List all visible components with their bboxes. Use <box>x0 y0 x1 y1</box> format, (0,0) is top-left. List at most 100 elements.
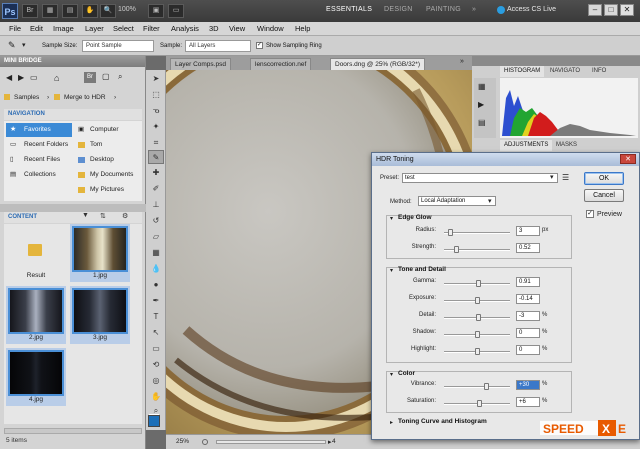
menu-filter[interactable]: Filter <box>143 24 160 33</box>
menu-window[interactable]: Window <box>257 24 284 33</box>
panel-splitter[interactable] <box>0 204 146 212</box>
zoom-view-icon[interactable]: 🔍 <box>100 4 116 18</box>
maximize-button[interactable]: □ <box>604 4 618 16</box>
vibrance-slider[interactable] <box>444 386 510 388</box>
detail-slider-knob[interactable] <box>476 314 481 321</box>
go-to-bridge-icon[interactable]: Br <box>84 72 96 83</box>
filter-icon[interactable]: ▼ <box>82 212 89 219</box>
expand-icon[interactable]: ▾ <box>390 267 393 274</box>
arrange-documents-icon[interactable]: ▣ <box>148 4 164 18</box>
menu-image[interactable]: Image <box>53 24 74 33</box>
horizontal-scrollbar[interactable] <box>216 440 326 444</box>
thumbnail-4jpg[interactable]: 4.jpg <box>6 348 66 406</box>
tool-preset-chevron-icon[interactable]: ▾ <box>22 41 26 49</box>
preset-options-icon[interactable]: ☰ <box>562 173 569 182</box>
method-select[interactable]: Local Adaptation <box>418 196 496 206</box>
workspace-painting[interactable]: PAINTING <box>426 6 461 13</box>
blur-tool-icon[interactable]: 💧 <box>148 262 164 276</box>
tab-masks[interactable]: MASKS <box>552 140 581 151</box>
3d-rotate-tool-icon[interactable]: ⟲ <box>148 358 164 372</box>
menu-edit[interactable]: Edit <box>30 24 43 33</box>
thumbnail-result[interactable]: Result <box>6 224 66 282</box>
tab-adjustments[interactable]: ADJUSTMENTS <box>500 140 553 151</box>
background-color-swatch[interactable] <box>148 415 160 427</box>
gradient-tool-icon[interactable]: ▦ <box>148 246 164 260</box>
menu-layer[interactable]: Layer <box>85 24 104 33</box>
thumbnail-2jpg[interactable]: 2.jpg <box>6 286 66 344</box>
eraser-tool-icon[interactable]: ▱ <box>148 230 164 244</box>
menu-file[interactable]: File <box>9 24 21 33</box>
collapse-icon[interactable]: ▸ <box>390 419 393 426</box>
eyedropper-tool-icon[interactable]: ✎ <box>8 40 16 51</box>
tab-layer-comps[interactable]: Layer Comps.psd <box>170 58 231 70</box>
forward-arrow-icon[interactable]: ▶ <box>18 73 24 82</box>
tab-doors[interactable]: Doors.dng @ 25% (RGB/32*) <box>330 58 425 70</box>
guides-icon[interactable]: ▤ <box>62 4 78 18</box>
actions-panel-icon[interactable]: ▶ <box>478 100 484 109</box>
hand-tool-icon[interactable]: ✋ <box>148 390 164 404</box>
cs-live-link[interactable]: Access CS Live <box>507 6 556 13</box>
menu-3d[interactable]: 3D <box>209 24 219 33</box>
radius-field[interactable]: 3 <box>516 226 540 236</box>
tools-icon[interactable]: ⚙ <box>122 212 128 220</box>
nav-item-my-pictures[interactable]: My Pictures <box>76 183 124 197</box>
expand-icon[interactable]: ▾ <box>390 215 393 222</box>
tab-navigator[interactable]: NAVIGATO <box>546 66 584 77</box>
workspace-essentials[interactable]: ESSENTIALS <box>326 6 372 13</box>
history-panel-icon[interactable]: ▤ <box>478 118 486 127</box>
3d-orbit-tool-icon[interactable]: ◎ <box>148 374 164 388</box>
nav-item-recent-folders[interactable]: ▭ Recent Folders <box>6 138 72 152</box>
nav-item-computer[interactable]: ▣ Computer <box>76 123 119 137</box>
toning-curve-title[interactable]: Toning Curve and Histogram <box>398 418 487 425</box>
move-tool-icon[interactable]: ➤ <box>148 72 164 86</box>
breadcrumb-samples[interactable]: Samples <box>14 94 39 101</box>
zoom-level[interactable]: 100% <box>118 6 136 13</box>
preset-select[interactable]: test <box>402 173 558 183</box>
workspace-design[interactable]: DESIGN <box>384 6 413 13</box>
quick-selection-tool-icon[interactable]: ✦ <box>148 120 164 134</box>
ok-button[interactable]: OK <box>584 172 624 185</box>
more-tabs-icon[interactable]: » <box>460 58 464 65</box>
nav-item-favorites[interactable]: ★ Favorites <box>6 123 72 137</box>
breadcrumb-chevron-icon[interactable]: › <box>114 94 116 101</box>
layers-panel-icon[interactable]: ▦ <box>478 82 486 91</box>
tab-info[interactable]: INFO <box>588 66 610 77</box>
screen-mode-icon[interactable]: ▭ <box>168 4 184 18</box>
sample-select[interactable]: All Layers <box>185 40 251 52</box>
thumbnail-1jpg[interactable]: 1.jpg <box>70 224 130 282</box>
document-info-icon[interactable] <box>202 439 208 445</box>
hand-view-icon[interactable]: ✋ <box>82 4 98 18</box>
close-window-button[interactable]: ✕ <box>620 4 634 16</box>
radius-slider-knob[interactable] <box>448 229 453 236</box>
nav-item-my-documents[interactable]: My Documents <box>76 168 133 182</box>
thumbnail-size-slider[interactable] <box>4 428 142 434</box>
recent-folder-icon[interactable]: ▭ <box>30 73 38 82</box>
menu-select[interactable]: Select <box>113 24 134 33</box>
vibrance-slider-knob[interactable] <box>484 383 489 390</box>
exposure-slider-knob[interactable] <box>475 297 480 304</box>
menu-help[interactable]: Help <box>295 24 310 33</box>
type-tool-icon[interactable]: T <box>148 310 164 324</box>
strength-slider-knob[interactable] <box>454 246 459 253</box>
breadcrumb-merge-to-hdr[interactable]: Merge to HDR <box>64 94 106 101</box>
show-sampling-ring-checkbox[interactable]: ✓ <box>256 42 263 49</box>
nav-item-tom[interactable]: Tom <box>76 138 102 152</box>
minimize-button[interactable]: – <box>588 4 602 16</box>
crop-tool-icon[interactable]: ⌗ <box>148 136 164 150</box>
minibridge-icon[interactable]: ▦ <box>42 4 58 18</box>
strength-field[interactable]: 0.52 <box>516 243 540 253</box>
vibrance-field[interactable]: +30 <box>516 380 540 390</box>
gamma-field[interactable]: 0.91 <box>516 277 540 287</box>
sort-icon[interactable]: ⇅ <box>100 212 106 220</box>
sample-size-select[interactable]: Point Sample <box>82 40 154 52</box>
shape-tool-icon[interactable]: ▭ <box>148 342 164 356</box>
healing-brush-tool-icon[interactable]: ✚ <box>148 166 164 180</box>
marquee-tool-icon[interactable]: ⬚ <box>148 88 164 102</box>
preview-checkbox[interactable]: ✓ <box>586 210 594 218</box>
menu-view[interactable]: View <box>229 24 245 33</box>
shadow-slider-knob[interactable] <box>475 331 480 338</box>
search-icon[interactable]: ⌕ <box>118 72 122 82</box>
brush-tool-icon[interactable]: ✐ <box>148 182 164 196</box>
view-icon[interactable]: ▢ <box>102 72 110 81</box>
menu-analysis[interactable]: Analysis <box>171 24 199 33</box>
